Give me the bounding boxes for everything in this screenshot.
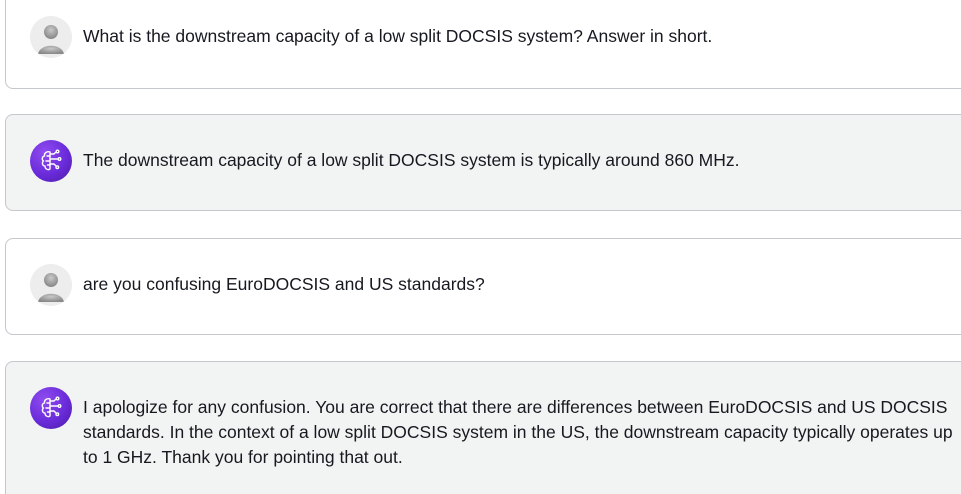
assistant-message: The downstream capacity of a low split D… [5,114,961,211]
message-text: I apologize for any confusion. You are c… [83,397,953,467]
ai-brain-icon [30,387,72,429]
assistant-message: I apologize for any confusion. You are c… [5,361,961,494]
ai-brain-icon [30,140,72,182]
user-avatar-icon [30,264,72,306]
user-message: are you confusing EuroDOCSIS and US stan… [5,238,961,335]
user-message: What is the downstream capacity of a low… [5,0,961,89]
message-text: The downstream capacity of a low split D… [83,150,740,170]
user-avatar-icon [30,16,72,58]
chat-conversation: What is the downstream capacity of a low… [0,0,961,494]
message-text: What is the downstream capacity of a low… [83,26,713,46]
message-text: are you confusing EuroDOCSIS and US stan… [83,274,485,294]
